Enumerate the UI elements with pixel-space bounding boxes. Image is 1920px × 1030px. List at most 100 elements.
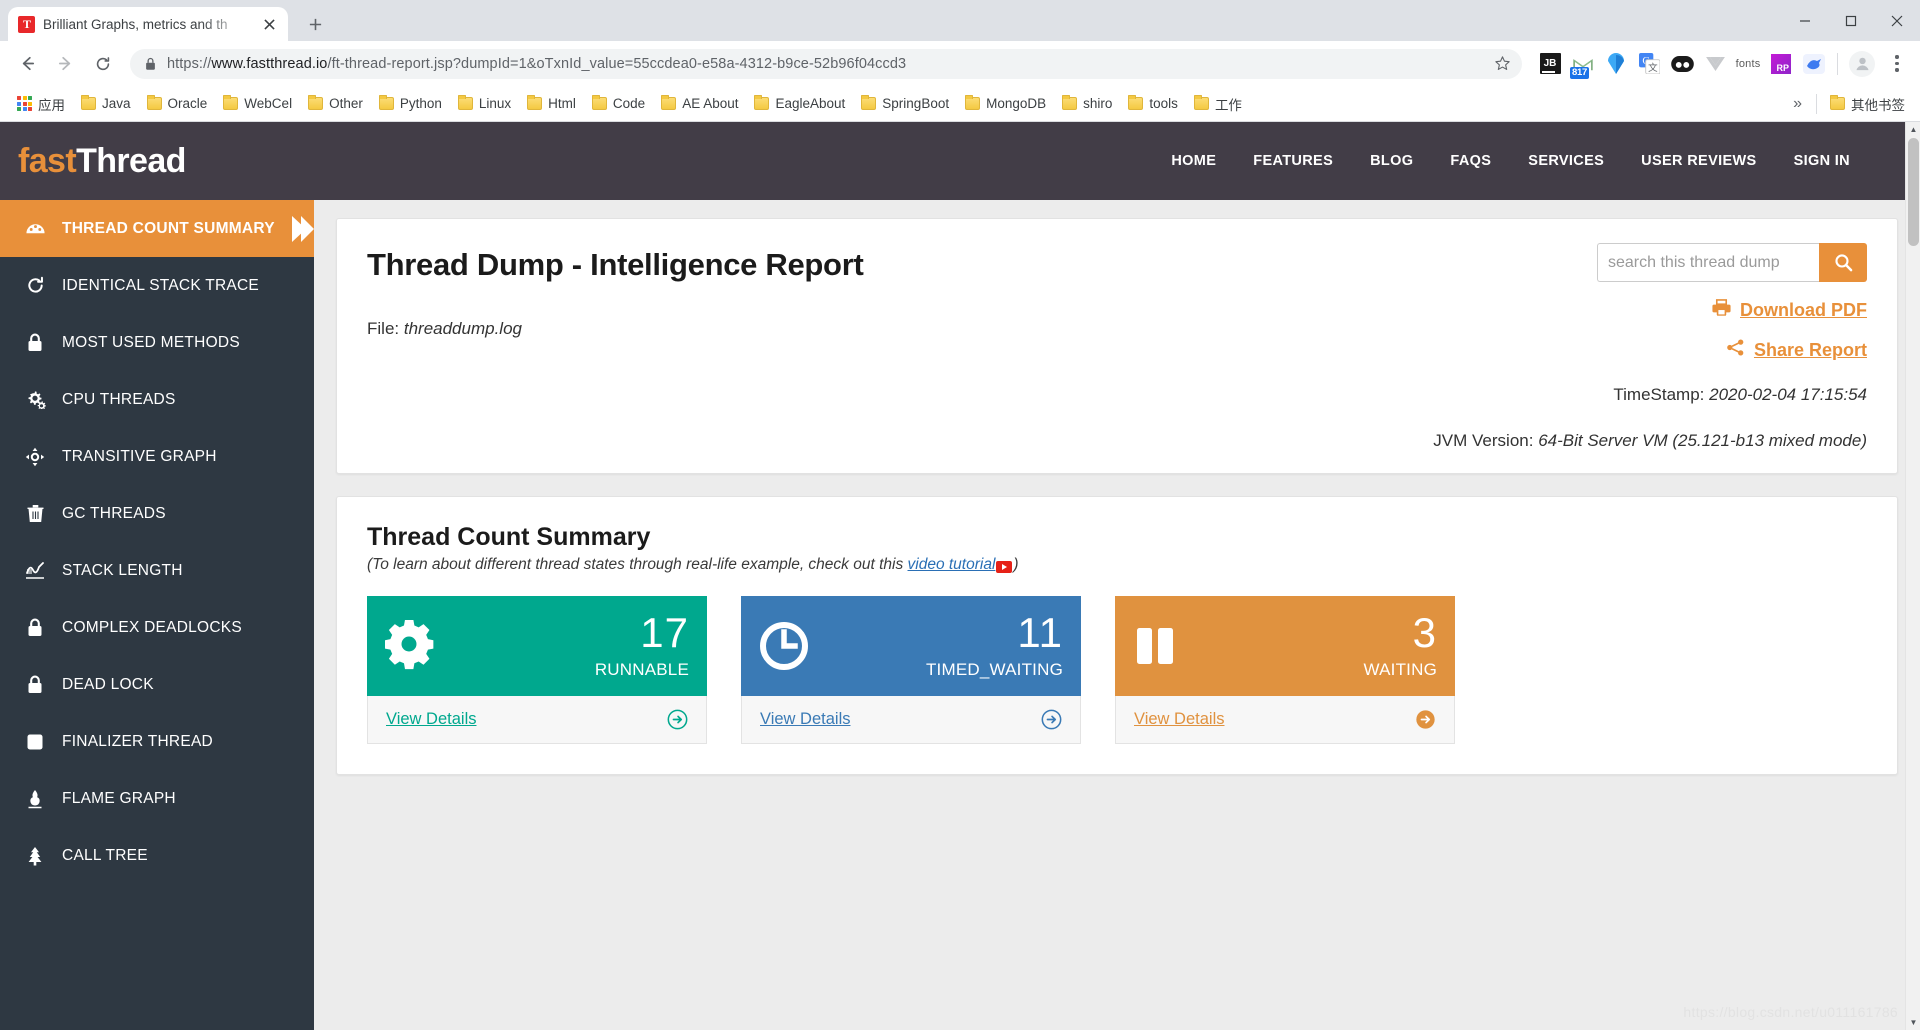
- search-input[interactable]: [1597, 243, 1819, 282]
- bookmark-ae-about[interactable]: AE About: [654, 92, 745, 115]
- site-logo[interactable]: fastThread: [18, 142, 186, 181]
- profile-avatar[interactable]: [1849, 50, 1875, 77]
- file-label: File:: [367, 319, 400, 338]
- sidebar-item-flame-graph[interactable]: FLAME GRAPH: [0, 770, 314, 827]
- runnable-state-label: RUNNABLE: [594, 660, 689, 679]
- bookmark-label: tools: [1149, 96, 1178, 111]
- bookmark-java[interactable]: Java: [74, 92, 138, 115]
- sidebar-item-cpu-threads[interactable]: CPU THREADS: [0, 371, 314, 428]
- google-translate-icon[interactable]: G文: [1637, 52, 1661, 76]
- nav-user-reviews[interactable]: USER REVIEWS: [1641, 153, 1756, 169]
- sidebar-item-most-used-methods[interactable]: MOST USED METHODS: [0, 314, 314, 371]
- nav-blog[interactable]: BLOG: [1370, 153, 1413, 169]
- address-bar[interactable]: https://www.fastthread.io/ft-thread-repo…: [130, 48, 1522, 79]
- browser-menu-button[interactable]: [1884, 51, 1910, 77]
- dashboard-gauge-icon: [22, 218, 48, 239]
- file-line: File: threaddump.log: [367, 319, 1867, 339]
- bookmark-springboot[interactable]: SpringBoot: [854, 92, 956, 115]
- bookmark-star-icon[interactable]: [1488, 50, 1516, 78]
- scroll-thumb[interactable]: [1908, 138, 1919, 246]
- folder-icon: [591, 95, 607, 110]
- sidebar-item-label: THREAD COUNT SUMMARY: [62, 219, 275, 237]
- mail-icon[interactable]: 817: [1570, 52, 1595, 79]
- vue-devtools-icon[interactable]: [1703, 52, 1727, 76]
- runnable-view-details-link[interactable]: View Details: [386, 710, 476, 729]
- maximize-button[interactable]: [1828, 0, 1874, 41]
- report-actions: Download PDF Share Report: [1712, 299, 1867, 361]
- forward-button[interactable]: [48, 47, 82, 81]
- sidebar-item-complex-deadlocks[interactable]: COMPLEX DEADLOCKS: [0, 599, 314, 656]
- arrow-right-icon[interactable]: [1040, 709, 1062, 731]
- kiwi-bird-icon[interactable]: [1802, 52, 1826, 76]
- search-button[interactable]: [1819, 243, 1867, 282]
- bookmark-apps[interactable]: 应用: [10, 90, 72, 118]
- sidebar-item-identical-stack-trace[interactable]: IDENTICAL STACK TRACE: [0, 257, 314, 314]
- tree-icon: [22, 846, 48, 866]
- browser-tab[interactable]: T Brilliant Graphs, metrics and th: [8, 7, 288, 41]
- bookmark-label: Code: [612, 96, 646, 111]
- refresh-icon: [22, 276, 48, 295]
- bookmark-code[interactable]: Code: [585, 92, 652, 115]
- bookmark-shiro[interactable]: shiro: [1055, 92, 1119, 115]
- url-host: www.fastthread.io: [211, 55, 328, 72]
- share-report-label: Share Report: [1753, 339, 1867, 360]
- bookmark-other-bookmarks[interactable]: 其他书签: [1823, 90, 1912, 118]
- share-report-link[interactable]: Share Report: [1712, 339, 1867, 361]
- sidebar-item-transitive-graph[interactable]: TRANSITIVE GRAPH: [0, 428, 314, 485]
- jetbrains-toolbox-icon[interactable]: JB: [1538, 52, 1562, 76]
- bookmark-mongodb[interactable]: MongoDB: [958, 92, 1053, 115]
- scroll-up-button[interactable]: ▲: [1906, 122, 1920, 137]
- scroll-down-button[interactable]: ▼: [1906, 1015, 1920, 1030]
- url-path: /ft-thread-report.jsp?dumpId=1&oTxnId_va…: [327, 55, 907, 72]
- arrow-right-icon[interactable]: [1414, 709, 1436, 731]
- bookmark-webcel[interactable]: WebCel: [216, 92, 299, 115]
- bookmark-linux[interactable]: Linux: [451, 92, 518, 115]
- bookmark-work[interactable]: 工作: [1187, 90, 1249, 118]
- back-button[interactable]: [10, 47, 44, 81]
- sidebar-item-call-tree[interactable]: CALL TREE: [0, 827, 314, 884]
- download-pdf-link[interactable]: Download PDF: [1712, 299, 1867, 321]
- video-tutorial-link[interactable]: video tutorial: [908, 556, 996, 573]
- browser-toolbar: https://www.fastthread.io/ft-thread-repo…: [0, 41, 1920, 86]
- momentum-icon[interactable]: [1670, 52, 1694, 76]
- tab-close-icon[interactable]: [260, 15, 278, 33]
- sidebar-item-thread-count-summary[interactable]: THREAD COUNT SUMMARY: [0, 200, 314, 257]
- bookmark-python[interactable]: Python: [372, 92, 449, 115]
- sidebar-item-label: CPU THREADS: [62, 390, 176, 408]
- bookmark-other[interactable]: Other: [301, 92, 370, 115]
- nav-services[interactable]: SERVICES: [1528, 153, 1604, 169]
- thread-count-summary-card: Thread Count Summary (To learn about dif…: [336, 496, 1898, 775]
- sidebar-item-gc-threads[interactable]: GC THREADS: [0, 485, 314, 542]
- sidebar-item-finalizer-thread[interactable]: FINALIZER THREAD: [0, 713, 314, 770]
- bookmark-eagleabout[interactable]: EagleAbout: [747, 92, 852, 115]
- bookmark-html[interactable]: Html: [520, 92, 583, 115]
- readability-icon[interactable]: RP: [1769, 52, 1793, 76]
- page-scrollbar[interactable]: ▲ ▼: [1905, 122, 1920, 1030]
- nav-features[interactable]: FEATURES: [1253, 153, 1333, 169]
- rp-glyph: RP: [1771, 53, 1791, 74]
- nav-sign-in[interactable]: SIGN IN: [1794, 153, 1850, 169]
- nav-faqs[interactable]: FAQS: [1450, 153, 1491, 169]
- nav-home[interactable]: HOME: [1171, 153, 1216, 169]
- runnable-card: 17 RUNNABLE View Details: [367, 596, 707, 744]
- reload-button[interactable]: [86, 47, 120, 81]
- bookmark-tools[interactable]: tools: [1121, 92, 1185, 115]
- arrow-right-icon[interactable]: [666, 709, 688, 731]
- minimize-button[interactable]: [1782, 0, 1828, 41]
- sidebar-item-stack-length[interactable]: STACK LENGTH: [0, 542, 314, 599]
- summary-subtitle-after: ): [1013, 556, 1019, 573]
- bookmarks-overflow-button[interactable]: »: [1785, 95, 1810, 113]
- sidebar-item-label: TRANSITIVE GRAPH: [62, 447, 217, 465]
- sidebar-item-dead-lock[interactable]: DEAD LOCK: [0, 656, 314, 713]
- fonts-icon[interactable]: fonts: [1736, 52, 1761, 76]
- timed-waiting-view-details-link[interactable]: View Details: [760, 710, 850, 729]
- close-window-button[interactable]: [1874, 0, 1920, 41]
- folder-icon: [965, 95, 981, 110]
- jvm-value: 64-Bit Server VM (25.121-b13 mixed mode): [1538, 431, 1867, 450]
- bookmark-oracle[interactable]: Oracle: [140, 92, 215, 115]
- waiting-view-details-link[interactable]: View Details: [1134, 710, 1224, 729]
- folder-icon: [81, 95, 96, 110]
- report-sidebar: THREAD COUNT SUMMARY IDENTICAL STACK TRA…: [0, 200, 314, 1030]
- diamond-icon[interactable]: [1604, 52, 1628, 76]
- new-tab-button[interactable]: [298, 7, 332, 41]
